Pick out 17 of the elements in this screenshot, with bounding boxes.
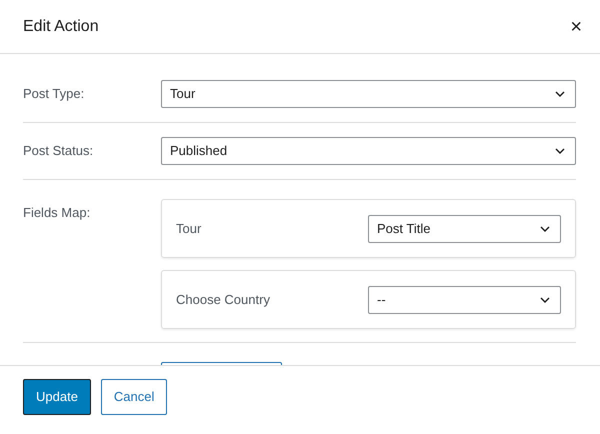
dropdown[interactable]: -- bbox=[368, 286, 561, 314]
chevron-down-icon bbox=[555, 91, 565, 97]
update-button[interactable]: Update bbox=[23, 379, 91, 415]
field-label: Fields Map: bbox=[23, 204, 92, 222]
field-label: Post Status: bbox=[23, 142, 94, 160]
dropdown[interactable]: Tour bbox=[161, 80, 576, 108]
chevron-down-icon bbox=[540, 226, 550, 232]
close-button[interactable]: × bbox=[566, 16, 586, 36]
chevron-down-icon bbox=[540, 296, 550, 302]
dropdown[interactable]: Post Title bbox=[368, 214, 561, 242]
chevron-down-icon bbox=[555, 148, 565, 154]
dialog-title: Edit Action bbox=[23, 16, 99, 36]
cancel-button[interactable]: Cancel bbox=[100, 379, 168, 415]
dropdown[interactable]: Published bbox=[161, 137, 576, 165]
mapping-label: Choose Country bbox=[176, 290, 270, 309]
field-label: Post Type: bbox=[23, 85, 86, 104]
mapping-label: Tour bbox=[176, 220, 202, 238]
